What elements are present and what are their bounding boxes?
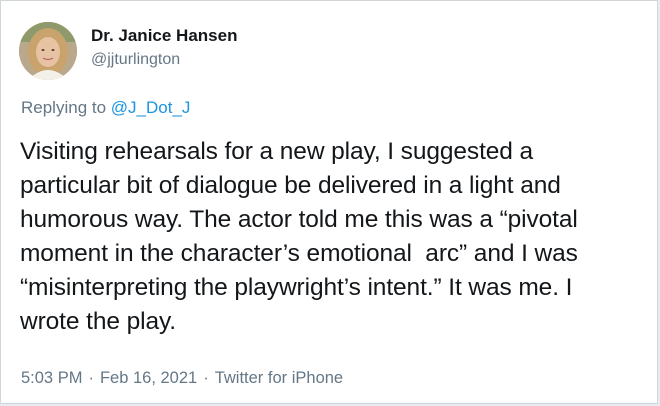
tweet-time[interactable]: 5:03 PM	[21, 369, 82, 387]
meta-separator-2: ·	[203, 369, 209, 387]
tweet-text: Visiting rehearsals for a new play, I su…	[20, 138, 578, 335]
user-meta: Dr. Janice Hansen @jjturlington	[91, 26, 237, 70]
tweet-source[interactable]: Twitter for iPhone	[215, 369, 343, 387]
user-handle[interactable]: @jjturlington	[91, 50, 237, 70]
reply-context: Replying to @J_Dot_J	[21, 97, 190, 119]
avatar-image	[19, 22, 77, 80]
reply-prefix: Replying to	[21, 98, 111, 117]
tweet-meta: 5:03 PM · Feb 16, 2021 · Twitter for iPhone	[21, 368, 343, 388]
reply-mention-link[interactable]: @J_Dot_J	[111, 98, 191, 117]
avatar[interactable]	[19, 22, 77, 80]
tweet-date[interactable]: Feb 16, 2021	[100, 369, 197, 387]
tweet-header: Dr. Janice Hansen @jjturlington	[19, 21, 237, 81]
tweet-card: Dr. Janice Hansen @jjturlington Replying…	[0, 0, 658, 404]
meta-separator: ·	[88, 369, 94, 387]
display-name[interactable]: Dr. Janice Hansen	[91, 26, 237, 46]
